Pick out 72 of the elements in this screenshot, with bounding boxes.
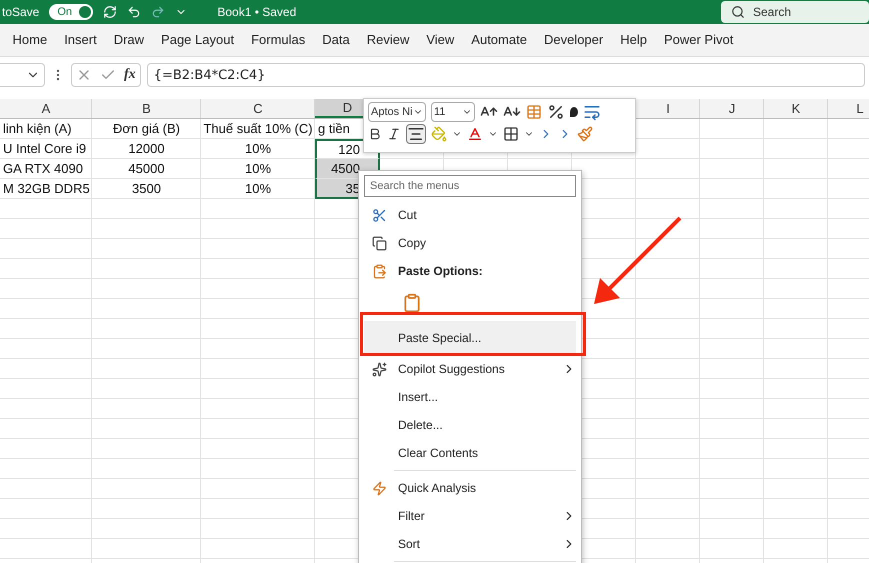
format-icon[interactable] (526, 104, 542, 120)
table-cell-text: GA RTX 4090 (2, 160, 84, 178)
menu-item[interactable]: Cut (364, 201, 576, 229)
document-title: Book1 • Saved (217, 5, 296, 19)
bold-icon[interactable] (368, 127, 382, 141)
column-header[interactable]: J (700, 99, 764, 118)
column-header[interactable]: K (764, 99, 828, 118)
comma-icon[interactable] (570, 107, 578, 117)
align-center-icon[interactable] (406, 124, 426, 144)
table-cell-text: g tiền (317, 120, 351, 138)
menu-item[interactable]: Paste Special... (364, 321, 576, 355)
ribbon-tab[interactable]: Automate (462, 28, 536, 52)
table-cell-text: M 32GB DDR5 (2, 180, 91, 198)
menu-search-field[interactable]: Search the menus (364, 175, 576, 197)
ribbon-tab[interactable]: Power Pivot (655, 28, 742, 52)
table-cell-text: U Intel Core i9 (2, 140, 88, 158)
search-icon (731, 5, 745, 19)
table-cell-text: 10% (244, 180, 272, 198)
menu-item[interactable]: Copy (364, 229, 576, 257)
table-cell-text: Đơn giá (B) (112, 120, 182, 138)
formula-field[interactable]: {=B2:B4*C2:C4} (146, 63, 865, 87)
scissors-icon (372, 208, 387, 222)
ribbon-tab[interactable]: Formulas (242, 28, 314, 52)
menu-item[interactable]: Insert... (364, 383, 576, 411)
table-cell-text: Thuế suất 10% (C) (202, 120, 314, 138)
table-cell-text: 10% (244, 140, 272, 158)
sync-icon[interactable] (103, 5, 118, 19)
wrap-icon[interactable] (583, 103, 601, 121)
ribbon-tab[interactable]: Help (612, 28, 656, 52)
ribbon-tab[interactable]: Developer (535, 28, 612, 52)
ribbon-tab[interactable]: Data (314, 28, 358, 52)
table-cell-text: 3500 (131, 180, 162, 198)
insert-function-button[interactable]: fx (124, 67, 136, 83)
column-header[interactable]: I (636, 99, 700, 118)
column-header[interactable]: C (201, 99, 315, 118)
column-header[interactable]: B (92, 99, 201, 118)
autosave-label: toSave (2, 5, 40, 19)
menu-item[interactable]: Quick Analysis (364, 474, 576, 502)
ribbon-tab[interactable]: Draw (105, 28, 153, 52)
copy-icon (372, 236, 387, 250)
font-size-select[interactable]: 11 (431, 102, 475, 122)
ribbon-tab[interactable]: View (418, 28, 463, 52)
ribbon-tab[interactable]: Page Layout (152, 28, 243, 52)
italic-icon[interactable] (387, 127, 401, 141)
table-cell-text: 10% (244, 160, 272, 178)
column-header[interactable]: A (0, 99, 92, 118)
fill-color-icon[interactable] (431, 126, 447, 142)
menu-item[interactable]: Filter (364, 502, 576, 530)
table-cell-text: 45000 (127, 160, 166, 178)
menu-item[interactable]: Sort (364, 530, 576, 558)
column-header[interactable]: L (828, 99, 869, 118)
table-cell-text: linh kiện (A) (2, 120, 73, 138)
ribbon-tab[interactable]: Home (4, 28, 56, 52)
paste-icon (372, 264, 387, 278)
ribbon-tab[interactable]: Insert (56, 28, 106, 52)
search-field[interactable]: Search (721, 1, 869, 23)
ribbon-tab[interactable]: Review (358, 28, 418, 52)
font-select[interactable]: Aptos Ni (368, 102, 426, 122)
percent-icon[interactable] (547, 103, 565, 121)
paste-option-icon[interactable] (402, 293, 422, 313)
menu-item[interactable]: Delete... (364, 411, 576, 439)
menu-item[interactable]: Copilot Suggestions (364, 355, 576, 383)
format-painter-icon[interactable] (577, 126, 593, 142)
menu-item[interactable]: Clear Contents (364, 439, 576, 467)
font-color-icon[interactable] (467, 126, 483, 142)
lightning-icon (372, 480, 387, 496)
sparkles-icon (372, 362, 387, 376)
autosave-toggle[interactable]: On (49, 4, 94, 20)
menu-header: Paste Options: (364, 257, 576, 285)
undo-icon[interactable] (127, 5, 142, 19)
borders-icon[interactable] (503, 126, 519, 142)
table-cell-text: 12000 (127, 140, 166, 158)
